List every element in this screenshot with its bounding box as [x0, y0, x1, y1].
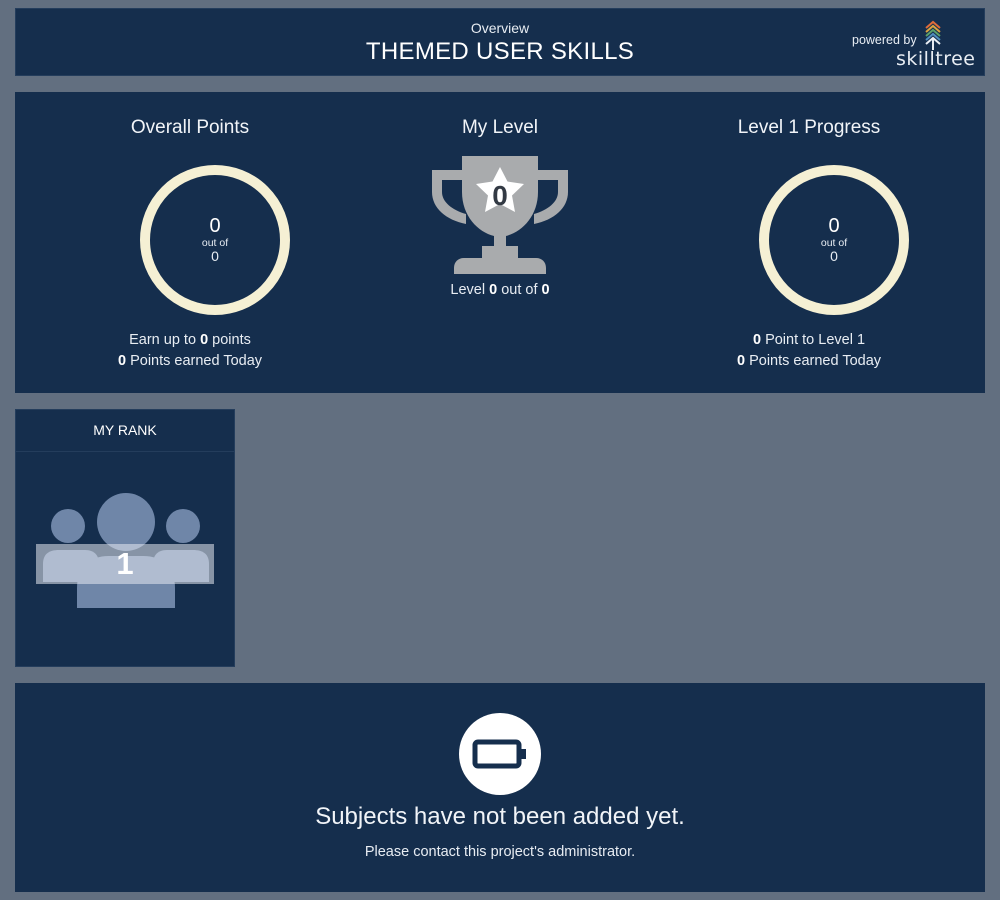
- powered-by-label: powered by: [852, 33, 917, 47]
- earn-up-to-line: Earn up to 0 points: [40, 332, 340, 348]
- points-to-level-line: 0 Point to Level 1: [659, 332, 959, 348]
- header-panel: Overview THEMED USER SKILLS powered by s…: [15, 8, 985, 76]
- level-progress-title: Level 1 Progress: [737, 117, 881, 138]
- subjects-empty-subtitle: Please contact this project's administra…: [364, 844, 636, 860]
- level-progress-ring: 0 out of 0: [759, 165, 909, 315]
- points-today-label: Points earned Today: [130, 353, 263, 369]
- level-line: Level 0 out of 0: [350, 282, 650, 298]
- points-to-level-value: 0: [752, 332, 762, 348]
- trophy-icon: 0: [432, 154, 568, 276]
- level-total: 0: [541, 282, 550, 298]
- earn-prefix: Earn up to: [129, 332, 197, 348]
- trophy-level-value: 0: [492, 180, 508, 211]
- level-out-of: out of: [501, 282, 538, 298]
- my-level-card: My Level 0 Level 0 out of 0: [350, 92, 650, 393]
- level-points-today-value: 0: [736, 353, 746, 369]
- battery-empty-icon: [459, 713, 541, 795]
- level-prefix: Level: [450, 282, 486, 298]
- my-rank-title: MY RANK: [16, 410, 234, 452]
- level-points-today-label: Points earned Today: [749, 353, 882, 369]
- overall-points-progress-ring: 0 out of 0: [140, 165, 290, 315]
- points-to-level-label: Point to Level 1: [765, 332, 866, 348]
- overall-points-total: 0: [211, 248, 219, 264]
- my-level-title: My Level: [461, 117, 539, 138]
- level-progress-value: 0: [828, 215, 840, 237]
- stats-panel: Overall Points 0 out of 0 Earn up to 0 p…: [15, 92, 985, 393]
- level-points-today-line: 0 Points earned Today: [659, 353, 959, 369]
- overall-points-title: Overall Points: [130, 117, 250, 138]
- points-today-line: 0 Points earned Today: [40, 353, 340, 369]
- skilltree-logo-icon: [925, 20, 941, 50]
- level-progress-card: Level 1 Progress 0 out of 0 0 Point to L…: [659, 92, 959, 393]
- points-today-value: 0: [117, 353, 127, 369]
- page-title: THEMED USER SKILLS: [365, 38, 635, 65]
- rank-value: 1: [116, 546, 134, 581]
- skilltree-logo-text: skilltree: [896, 48, 976, 70]
- my-rank-card[interactable]: MY RANK 1: [15, 409, 235, 667]
- subjects-panel: Subjects have not been added yet. Please…: [15, 683, 985, 892]
- overall-points-card: Overall Points 0 out of 0 Earn up to 0 p…: [40, 92, 340, 393]
- earn-value: 0: [200, 332, 209, 348]
- level-value: 0: [489, 282, 498, 298]
- powered-by-logo[interactable]: powered by skilltree: [850, 19, 975, 70]
- earn-suffix: points: [212, 332, 251, 348]
- overall-points-value: 0: [209, 215, 221, 237]
- subjects-empty-title: Subjects have not been added yet.: [315, 803, 685, 830]
- level-progress-total: 0: [830, 248, 838, 264]
- breadcrumb: Overview: [470, 20, 530, 36]
